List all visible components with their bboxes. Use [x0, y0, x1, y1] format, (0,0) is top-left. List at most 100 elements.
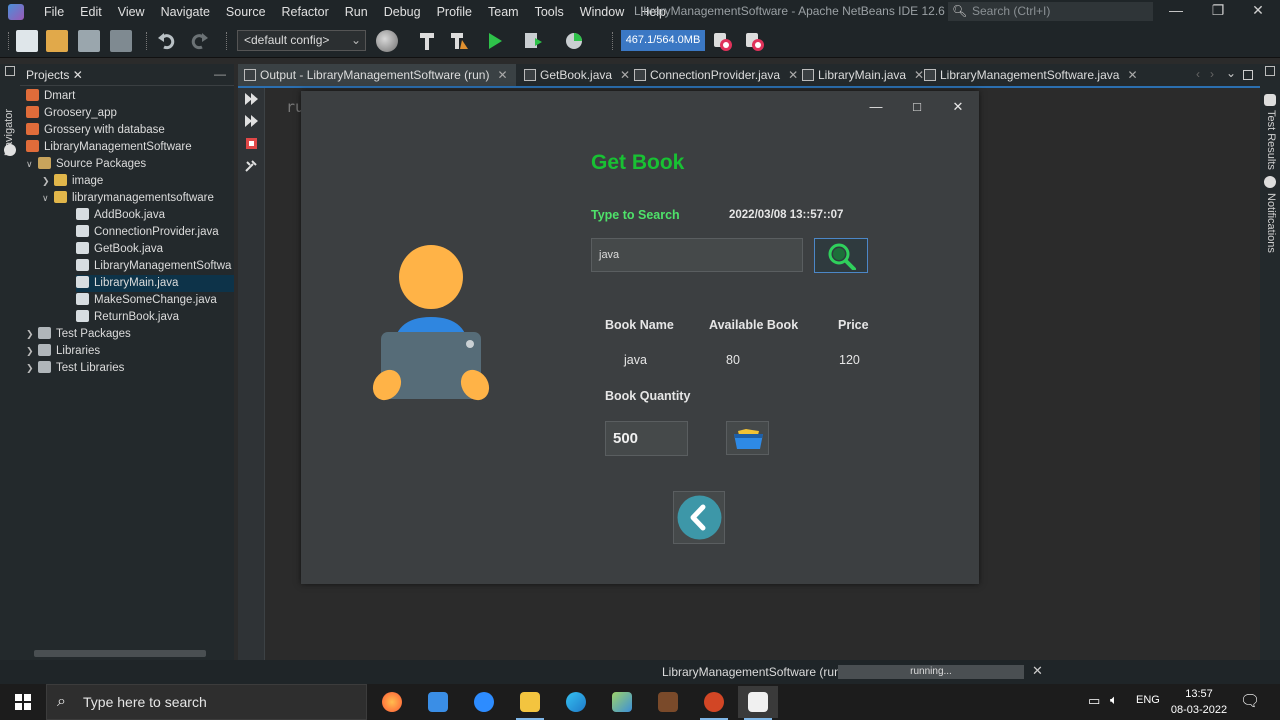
close-icon[interactable]: ✕ [1127, 68, 1137, 82]
menu-tools[interactable]: Tools [527, 5, 572, 19]
menu-profile[interactable]: Profile [429, 5, 480, 19]
tree-item-source-packages[interactable]: ∨ Source Packages [26, 156, 146, 173]
app-close-button[interactable]: ✕ [950, 99, 966, 115]
chevron-right-icon[interactable]: ❯ [42, 173, 54, 190]
tab-output[interactable]: Output - LibraryManagementSoftware (run)… [238, 64, 516, 86]
taskbar-zoom[interactable] [464, 686, 504, 718]
cancel-progress-icon[interactable]: ✕ [1032, 663, 1043, 679]
chevron-right-icon[interactable]: ❯ [26, 343, 38, 360]
tree-item-library-mgmt[interactable]: LibraryManagementSoftware [26, 139, 192, 156]
close-icon[interactable]: ✕ [497, 68, 507, 82]
tab-getbook[interactable]: GetBook.java ✕ [518, 64, 630, 86]
menu-source[interactable]: Source [218, 5, 274, 19]
memory-indicator[interactable]: 467.1/564.0MB [621, 30, 705, 51]
tree-item-dmart[interactable]: Dmart [26, 88, 75, 105]
tree-item-makesomechange[interactable]: MakeSomeChange.java [76, 292, 217, 309]
menu-navigate[interactable]: Navigate [153, 5, 218, 19]
tree-item-libraries[interactable]: ❯ Libraries [26, 343, 100, 360]
tree-item-librarymain[interactable]: LibraryMain.java [76, 275, 234, 292]
taskbar-store[interactable] [418, 686, 458, 718]
menu-file[interactable]: File [36, 5, 72, 19]
ide-close-button[interactable]: ✕ [1248, 2, 1268, 19]
tree-item-groosery-app[interactable]: Groosery_app [26, 105, 117, 122]
taskbar-powerpoint[interactable] [694, 686, 734, 720]
debug-icon[interactable] [522, 30, 544, 52]
tree-horizontal-scrollbar[interactable] [34, 650, 206, 657]
projects-tab[interactable]: Projects ✕ [20, 64, 89, 86]
tree-item-addbook[interactable]: AddBook.java [76, 207, 165, 224]
close-icon[interactable]: ✕ [73, 68, 83, 82]
config-select[interactable]: <default config> ⌄ [237, 30, 366, 51]
taskbar-game[interactable] [648, 686, 688, 718]
chevron-down-icon[interactable]: ∨ [42, 190, 54, 207]
taskbar-netbeans[interactable] [602, 686, 642, 718]
tab-connectionprovider[interactable]: ConnectionProvider.java ✕ [628, 64, 798, 86]
tree-item-connectionprovider[interactable]: ConnectionProvider.java [76, 224, 219, 241]
stop-icon[interactable] [244, 137, 259, 151]
language-indicator[interactable]: ENG [1136, 694, 1160, 706]
taskbar-firefox[interactable] [372, 686, 412, 718]
tab-list-chevron-icon[interactable]: ⌄ [1226, 66, 1236, 80]
run-icon[interactable] [484, 30, 506, 52]
scroll-tabs-left-icon[interactable]: ‹ [1196, 67, 1200, 81]
gc-icon[interactable] [711, 30, 733, 52]
chevron-right-icon[interactable]: ❯ [26, 360, 38, 377]
rerun-with-options-icon[interactable] [244, 114, 259, 128]
profile-icon[interactable] [564, 30, 586, 52]
menu-edit[interactable]: Edit [72, 5, 110, 19]
volume-icon[interactable]: 🔈︎ [1110, 692, 1118, 708]
tab-lms-java[interactable]: LibraryManagementSoftware.java ✕ [918, 64, 1138, 86]
search-button[interactable] [814, 238, 868, 273]
scroll-tabs-right-icon[interactable]: › [1210, 67, 1214, 81]
snapshot-icon[interactable] [743, 30, 765, 52]
taskbar-edge[interactable] [556, 686, 596, 718]
tree-item-lms-package[interactable]: ∨ librarymanagementsoftware [42, 190, 214, 207]
tree-item-lms-java[interactable]: LibraryManagementSoftwa [76, 258, 231, 275]
undo-icon[interactable] [156, 30, 178, 52]
menu-refactor[interactable]: Refactor [274, 5, 337, 19]
add-to-cart-button[interactable] [726, 421, 769, 455]
rerun-icon[interactable] [244, 92, 259, 106]
new-project-icon[interactable] [46, 30, 68, 52]
test-results-tab[interactable]: Test Results [1265, 110, 1277, 170]
restore-window-icon[interactable] [1265, 66, 1275, 76]
tree-item-test-libraries[interactable]: ❯ Test Libraries [26, 360, 124, 377]
redo-icon[interactable] [188, 30, 210, 52]
network-icon[interactable]: ▭ [1088, 693, 1100, 709]
tree-item-grossery-db[interactable]: Grossery with database [26, 122, 165, 139]
clean-build-icon[interactable] [448, 30, 470, 52]
app-minimize-button[interactable]: — [868, 99, 884, 114]
menu-team[interactable]: Team [480, 5, 527, 19]
book-search-input[interactable]: java [591, 238, 803, 272]
chevron-down-icon[interactable]: ∨ [26, 156, 38, 173]
settings-wrench-icon[interactable] [244, 159, 259, 173]
tree-item-returnbook[interactable]: ReturnBook.java [76, 309, 179, 326]
save-all-icon[interactable] [110, 30, 132, 52]
menu-window[interactable]: Window [572, 5, 632, 19]
notifications-tab[interactable]: Notifications [1265, 193, 1277, 253]
build-hammer-icon[interactable] [416, 30, 438, 52]
new-file-icon[interactable] [16, 30, 38, 52]
menu-run[interactable]: Run [337, 5, 376, 19]
start-button[interactable] [0, 684, 46, 720]
tree-item-image[interactable]: ❯ image [42, 173, 103, 190]
app-maximize-button[interactable]: □ [909, 99, 925, 114]
ide-minimize-button[interactable]: — [1166, 2, 1186, 18]
open-project-icon[interactable] [78, 30, 100, 52]
clock[interactable]: 13:57 08-03-2022 [1168, 686, 1230, 718]
tab-librarymain[interactable]: LibraryMain.java ✕ [796, 64, 924, 86]
menu-view[interactable]: View [110, 5, 153, 19]
maximize-editor-icon[interactable] [1243, 70, 1253, 80]
ide-maximize-button[interactable]: ❐ [1208, 2, 1228, 19]
tree-item-test-packages[interactable]: ❯ Test Packages [26, 326, 131, 343]
globe-icon[interactable] [376, 30, 398, 52]
taskbar-search-box[interactable]: ⌕ Type here to search [46, 684, 367, 720]
quantity-input[interactable]: 500 [605, 421, 688, 456]
tree-item-getbook[interactable]: GetBook.java [76, 241, 163, 258]
minimize-panel-icon[interactable]: — [214, 67, 226, 81]
restore-window-icon[interactable] [5, 66, 15, 76]
ide-search-input[interactable]: 🔍︎ Search (Ctrl+I) [948, 2, 1153, 21]
taskbar-file-explorer[interactable] [510, 686, 550, 720]
chevron-right-icon[interactable]: ❯ [26, 326, 38, 343]
back-button[interactable] [673, 491, 725, 544]
